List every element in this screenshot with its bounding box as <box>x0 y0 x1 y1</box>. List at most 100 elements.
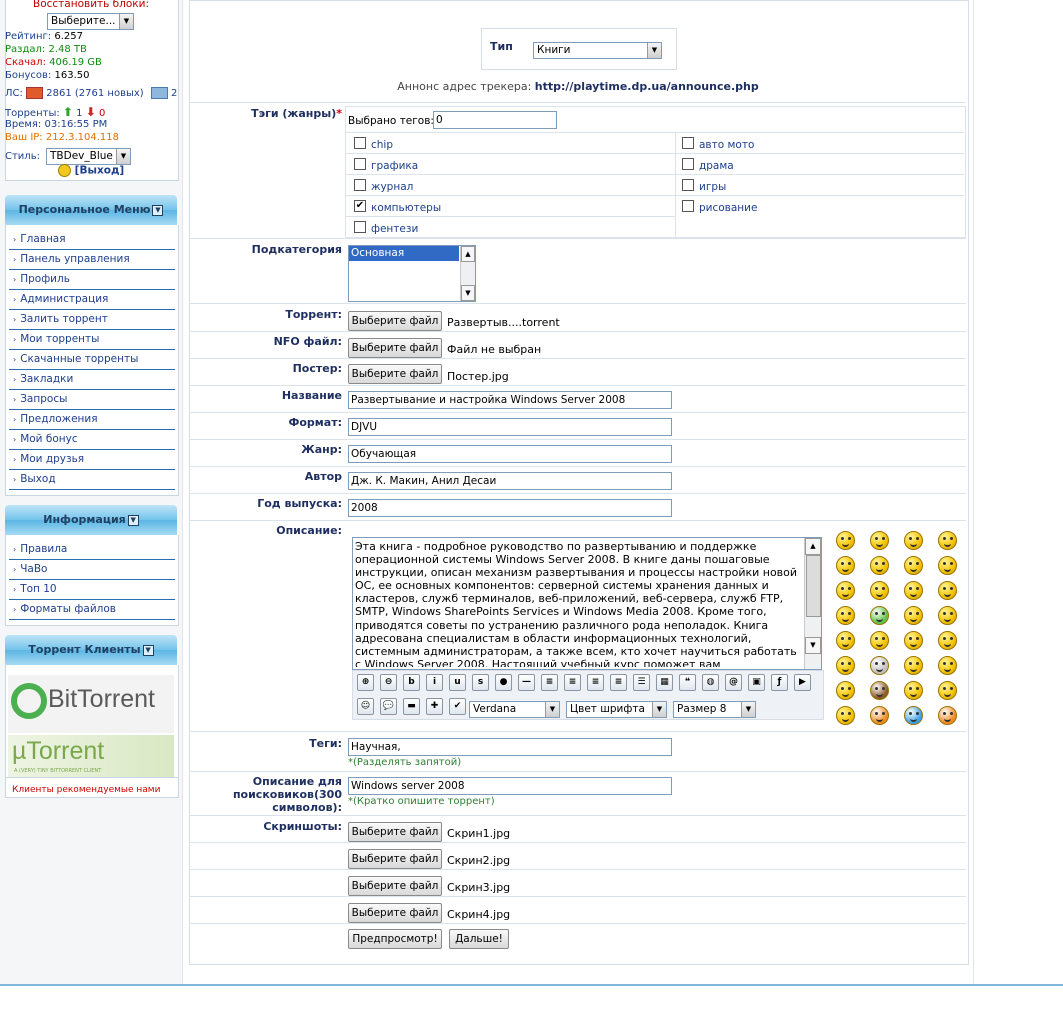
smiley-icon[interactable] <box>904 531 923 550</box>
globe-icon[interactable]: ◍ <box>702 674 719 691</box>
scrollbar[interactable]: ▲ ▼ <box>460 246 475 301</box>
smiley-icon[interactable] <box>836 656 855 675</box>
size-select[interactable]: Размер 8 ▼ <box>673 701 756 718</box>
smiley-icon[interactable] <box>938 681 957 700</box>
smiley-icon[interactable] <box>938 606 957 625</box>
screenshot-file-button[interactable]: Выберите файл <box>348 849 442 869</box>
smiley-icon[interactable] <box>870 556 889 575</box>
speech-icon[interactable]: 💬 <box>380 698 397 715</box>
pm-count[interactable]: 2861 (2761 новых) <box>46 88 143 99</box>
scroll-up-icon[interactable]: ▲ <box>805 538 821 555</box>
torrent-file-button[interactable]: Выберите файл <box>348 311 442 331</box>
type-select[interactable]: Книги ▼ <box>533 42 662 59</box>
tag-label[interactable]: рисование <box>699 202 757 214</box>
smiley-icon[interactable] <box>904 706 923 725</box>
smiley-icon[interactable] <box>836 706 855 725</box>
menu-item[interactable]: › Мои торренты <box>9 330 175 350</box>
menu-item[interactable]: › Предложения <box>9 410 175 430</box>
menu-item[interactable]: › Закладки <box>9 370 175 390</box>
smiley-icon[interactable] <box>836 531 855 550</box>
screenshot-file-button[interactable]: Выберите файл <box>348 876 442 896</box>
logout-link[interactable]: [Выход] <box>58 164 124 177</box>
smiley-icon[interactable] <box>938 656 957 675</box>
tag-label[interactable]: компьютеры <box>371 202 441 214</box>
description-scrollbar[interactable]: ▲ ▼ <box>804 538 821 669</box>
smiley-icon[interactable] <box>938 706 957 725</box>
smiley-icon[interactable] <box>836 631 855 650</box>
smiley-icon[interactable] <box>938 631 957 650</box>
menu-item[interactable]: › Топ 10 <box>9 580 175 600</box>
uk-flag-icon[interactable]: ✚ <box>426 698 443 715</box>
quote-icon[interactable]: ❝ <box>679 674 696 691</box>
tag-label[interactable]: фентези <box>371 223 418 235</box>
tag-checkbox[interactable]: ✔ <box>354 200 366 212</box>
screenshot-file-button[interactable]: Выберите файл <box>348 903 442 923</box>
genre-input[interactable]: Обучающая <box>348 445 672 463</box>
preview-button[interactable]: Предпросмотр! <box>348 929 442 949</box>
author-input[interactable]: Дж. К. Макин, Анил Десаи <box>348 472 672 490</box>
menu-item[interactable]: › Администрация <box>9 290 175 310</box>
tag-checkbox[interactable] <box>682 137 694 149</box>
align-right-icon[interactable]: ≡ <box>587 674 604 691</box>
menu-item[interactable]: › Мой бонус <box>9 430 175 450</box>
smiley-icon[interactable] <box>870 531 889 550</box>
bullet-icon[interactable]: ● <box>495 674 512 691</box>
russian-flag-icon[interactable]: ▬ <box>403 698 420 715</box>
smiley-icon[interactable] <box>870 631 889 650</box>
tag-checkbox[interactable] <box>354 221 366 233</box>
name-input[interactable]: Развертывание и настройка Windows Server… <box>348 391 672 409</box>
tag-checkbox[interactable] <box>354 158 366 170</box>
scroll-thumb[interactable] <box>806 555 821 617</box>
smiley-icon[interactable] <box>870 706 889 725</box>
menu-item[interactable]: › Профиль <box>9 270 175 290</box>
bold-icon[interactable]: b <box>403 674 420 691</box>
menu-item[interactable]: › Главная <box>9 230 175 250</box>
underline-icon[interactable]: u <box>449 674 466 691</box>
tag-checkbox[interactable] <box>682 158 694 170</box>
subcategory-list[interactable]: Основная категория ▲ ▼ <box>348 245 476 302</box>
smiley-icon[interactable] <box>836 681 855 700</box>
smiley-icon[interactable] <box>904 656 923 675</box>
smiley-icon[interactable] <box>938 581 957 600</box>
mail-icon[interactable] <box>26 87 44 99</box>
menu-item[interactable]: › Запросы <box>9 390 175 410</box>
subcategory-option[interactable]: Основная категория <box>349 246 459 274</box>
menu-item[interactable]: › Панель управления <box>9 250 175 270</box>
scroll-down-icon[interactable]: ▼ <box>805 637 821 654</box>
tag-checkbox[interactable] <box>682 200 694 212</box>
seo-input[interactable]: Windows server 2008 <box>348 777 672 795</box>
smiley-icon[interactable] <box>870 606 889 625</box>
flash-icon[interactable]: ƒ <box>771 674 788 691</box>
smiley-icon[interactable] <box>870 681 889 700</box>
smiley-icon[interactable] <box>938 531 957 550</box>
restore-blocks-select[interactable]: Выберите... ▼ <box>47 13 134 30</box>
smiley-icon[interactable] <box>836 606 855 625</box>
style-select[interactable]: TBDev_Blue ▼ <box>46 148 131 165</box>
quote-smiley-icon[interactable]: ☺ <box>357 698 374 715</box>
collapse-icon[interactable]: ▼ <box>127 514 139 526</box>
smiley-icon[interactable] <box>938 556 957 575</box>
clients-header[interactable]: Торрент Клиенты ▼ <box>5 635 177 665</box>
collapse-icon[interactable]: ▼ <box>142 644 154 656</box>
utorrent-logo[interactable]: µTorrent A (VERY) TINY BITTORRENT CLIENT <box>8 735 174 777</box>
italic-icon[interactable]: i <box>426 674 443 691</box>
tag-label[interactable]: chip <box>371 139 393 151</box>
smiley-icon[interactable] <box>870 656 889 675</box>
tag-checkbox[interactable] <box>354 179 366 191</box>
tag-checkbox[interactable] <box>682 179 694 191</box>
smiley-icon[interactable] <box>836 581 855 600</box>
sent-mail-icon[interactable] <box>150 87 168 99</box>
announce-url[interactable]: http://playtime.dp.ua/announce.php <box>535 80 759 93</box>
collapse-icon[interactable]: ▼ <box>152 204 164 216</box>
smiley-icon[interactable] <box>904 606 923 625</box>
tag-label[interactable]: журнал <box>371 181 413 193</box>
menu-item[interactable]: › Скачанные торренты <box>9 350 175 370</box>
smiley-icon[interactable] <box>904 556 923 575</box>
next-button[interactable]: Дальше! <box>449 929 509 949</box>
zoom-out-icon[interactable]: ⊖ <box>380 674 397 691</box>
tags2-input[interactable]: Научная, <box>348 738 672 756</box>
tag-label[interactable]: драма <box>699 160 734 172</box>
justify-icon[interactable]: ≡ <box>610 674 627 691</box>
hr-icon[interactable]: — <box>518 674 535 691</box>
tag-checkbox[interactable] <box>354 137 366 149</box>
